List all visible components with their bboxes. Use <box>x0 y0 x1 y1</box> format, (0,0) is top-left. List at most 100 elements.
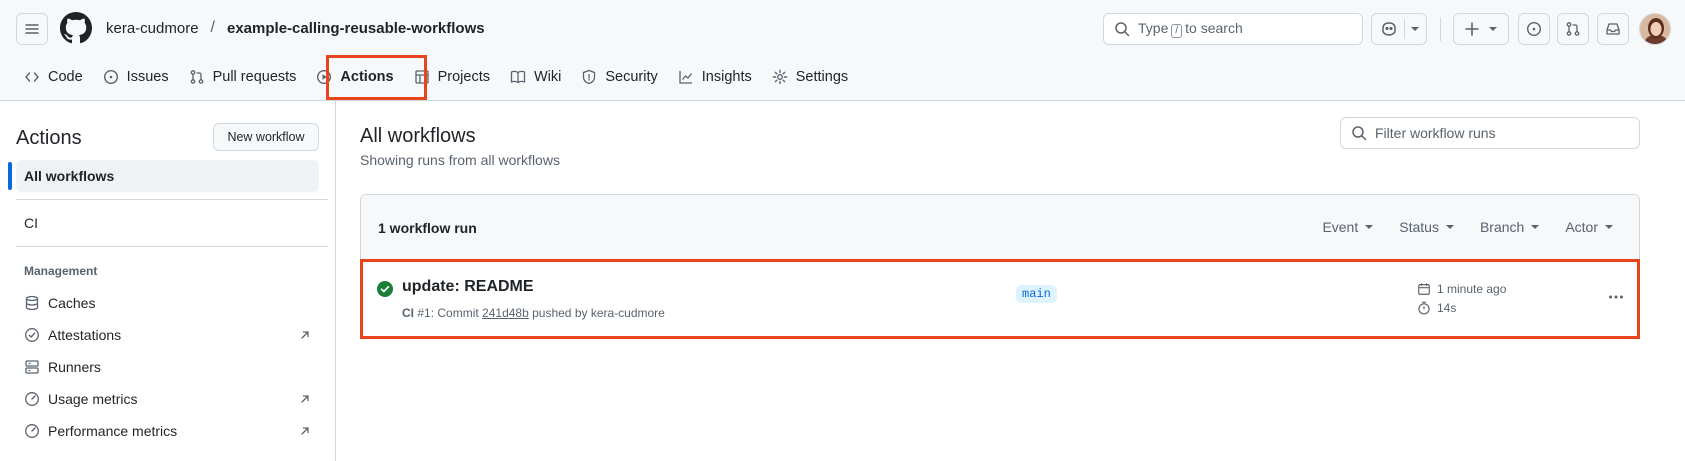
copilot-button[interactable] <box>1371 13 1427 45</box>
meter-icon <box>25 424 39 438</box>
hamburger-icon <box>25 24 39 34</box>
search-input[interactable]: Type / to search <box>1103 13 1363 45</box>
sidebar-divider <box>16 246 328 247</box>
shield-icon <box>583 69 596 85</box>
search-icon <box>1352 126 1367 141</box>
sidebar-item-label: Attestations <box>48 327 122 343</box>
header-divider <box>1440 17 1441 41</box>
chevron-down-icon <box>1531 225 1540 229</box>
chevron-down-icon <box>1365 225 1374 229</box>
external-link-icon <box>301 395 309 403</box>
sidebar-item-runners[interactable]: Runners <box>16 351 319 383</box>
graph-icon <box>679 71 692 84</box>
database-icon <box>25 295 39 311</box>
tab-label: Security <box>605 69 658 85</box>
actions-sidebar: Actions New workflow All workflows CI Ma… <box>0 101 336 461</box>
issues-button[interactable] <box>1518 13 1550 45</box>
external-link-icon <box>301 331 309 339</box>
server-icon <box>25 360 39 374</box>
sidebar-item-label: Performance metrics <box>48 423 178 439</box>
filter-label: Event <box>1322 219 1359 235</box>
tab-label: Insights <box>701 69 752 85</box>
chevron-down-icon <box>1489 27 1497 31</box>
inbox-icon <box>1606 23 1620 35</box>
filter-label: Actor <box>1565 219 1598 235</box>
tab-wiki[interactable]: Wiki <box>500 61 571 93</box>
chevron-down-icon <box>1445 225 1454 229</box>
tab-issues[interactable]: Issues <box>93 61 179 93</box>
page-subtitle: Showing runs from all workflows <box>360 152 560 168</box>
verified-icon <box>25 328 39 342</box>
search-prefix: Type <box>1138 20 1169 36</box>
chevron-down-icon <box>1605 225 1613 229</box>
pull-requests-button[interactable] <box>1557 13 1589 45</box>
tab-label: Code <box>48 69 83 85</box>
sidebar-item-ci[interactable]: CI <box>16 207 319 239</box>
filter-placeholder: Filter workflow runs <box>1375 125 1496 141</box>
run-count: 1 workflow run <box>378 220 477 236</box>
breadcrumb-repo-link[interactable]: example-calling-reusable-workflows <box>227 20 485 37</box>
copilot-divider <box>1403 19 1405 39</box>
plus-icon <box>1465 22 1479 36</box>
tab-insights[interactable]: Insights <box>668 61 762 93</box>
tab-label: Issues <box>126 69 169 85</box>
tab-security[interactable]: Security <box>571 61 667 93</box>
sidebar-item-performance-metrics[interactable]: Performance metrics <box>16 415 319 447</box>
event-filter-dropdown[interactable]: Event <box>1322 219 1374 235</box>
menu-button[interactable] <box>16 13 48 45</box>
sidebar-item-label: Usage metrics <box>48 391 138 407</box>
sidebar-item-attestations[interactable]: Attestations <box>16 319 319 351</box>
sidebar-title: Actions <box>16 127 82 149</box>
inbox-button[interactable] <box>1597 13 1629 45</box>
search-placeholder: Type / to search <box>1138 20 1243 38</box>
sidebar-divider <box>16 199 328 200</box>
repo-header: kera-cudmore / example-calling-reusable-… <box>0 0 1685 101</box>
sidebar-item-label: Caches <box>48 295 96 311</box>
branch-filter-dropdown[interactable]: Branch <box>1479 219 1540 235</box>
issue-icon <box>103 69 118 85</box>
page-title: All workflows <box>360 125 476 147</box>
tab-label: Wiki <box>533 69 562 85</box>
runs-header: 1 workflow run Event Status Branch Actor <box>361 195 1639 260</box>
search-icon <box>1115 22 1130 37</box>
meter-icon <box>25 392 39 406</box>
management-heading: Management <box>24 264 98 278</box>
book-icon <box>510 70 526 84</box>
create-new-button[interactable] <box>1453 13 1509 45</box>
filter-workflow-runs-input[interactable]: Filter workflow runs <box>1340 117 1640 149</box>
actor-filter-dropdown[interactable]: Actor <box>1565 219 1613 235</box>
pull-request-icon <box>1566 22 1580 36</box>
tab-label: Settings <box>795 69 849 85</box>
code-icon <box>25 72 39 82</box>
repo-nav-tabs: Code Issues Pull requests Actions Projects Wi… <box>14 61 858 93</box>
sidebar-item-all-workflows[interactable]: All workflows <box>16 160 319 192</box>
search-suffix: to search <box>1185 20 1243 36</box>
breadcrumb: kera-cudmore / example-calling-reusable-… <box>106 19 485 37</box>
github-logo-icon[interactable] <box>60 12 92 44</box>
avatar[interactable] <box>1639 13 1671 45</box>
gear-icon <box>772 69 787 85</box>
tab-label: Pull requests <box>212 69 297 85</box>
sidebar-item-caches[interactable]: Caches <box>16 287 319 319</box>
runs-filters: Event Status Branch Actor <box>1322 219 1613 235</box>
avatar-image <box>1640 14 1670 44</box>
chevron-down-icon <box>1410 27 1419 31</box>
tab-label: Projects <box>437 69 490 85</box>
breadcrumb-separator: / <box>210 19 215 36</box>
tab-pull-requests[interactable]: Pull requests <box>179 61 307 93</box>
filter-label: Branch <box>1479 219 1525 235</box>
issue-icon <box>1526 21 1542 37</box>
sidebar-item-label: Runners <box>48 359 101 375</box>
search-shortcut-key: / <box>1171 24 1183 38</box>
sidebar-item-usage-metrics[interactable]: Usage metrics <box>16 383 319 415</box>
new-workflow-button[interactable]: New workflow <box>213 123 319 151</box>
run-row-highlight <box>360 259 1640 339</box>
selected-indicator <box>8 162 12 190</box>
tab-code[interactable]: Code <box>14 61 93 93</box>
tab-settings[interactable]: Settings <box>762 61 858 93</box>
filter-label: Status <box>1399 219 1439 235</box>
copilot-icon <box>1381 22 1396 36</box>
external-link-icon <box>301 427 309 435</box>
status-filter-dropdown[interactable]: Status <box>1399 219 1454 235</box>
breadcrumb-owner-link[interactable]: kera-cudmore <box>106 20 199 37</box>
